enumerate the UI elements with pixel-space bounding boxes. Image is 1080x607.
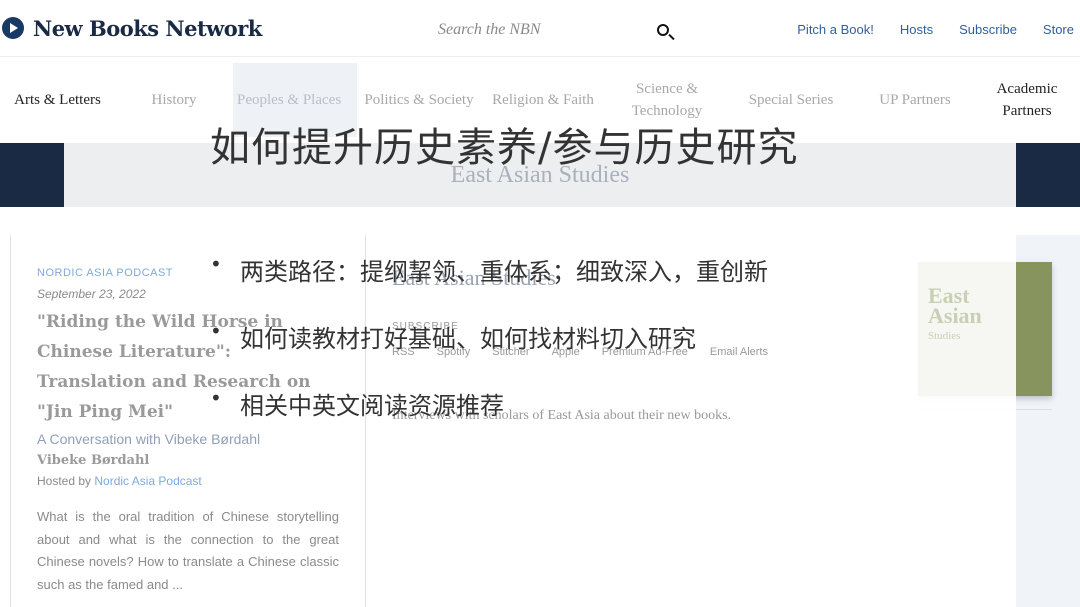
channel-description: Interviews with scholars of East Asia ab… <box>392 408 732 423</box>
nav-politics[interactable]: Politics & Society <box>357 89 481 111</box>
podcast-name[interactable]: NORDIC ASIA PODCAST <box>37 267 339 279</box>
episode-host: Hosted by Nordic Asia Podcast <box>37 474 339 488</box>
hosted-by-label: Hosted by <box>37 474 95 488</box>
nav-special[interactable]: Special Series <box>729 89 853 111</box>
nav-academic[interactable]: Academic Partners <box>977 78 1077 122</box>
episode-card[interactable]: NORDIC ASIA PODCAST September 23, 2022 "… <box>10 235 366 607</box>
rss-link[interactable]: RSS <box>392 346 415 358</box>
divider <box>918 409 1052 410</box>
subscribe-link[interactable]: Subscribe <box>959 22 1017 37</box>
episode-title[interactable]: "Riding the Wild Horse in Chinese Litera… <box>37 307 339 427</box>
channel-title: East Asian Studies <box>392 265 556 290</box>
category-nav: Arts & Letters History Peoples & Places … <box>0 57 1080 143</box>
nav-arts[interactable]: Arts & Letters <box>0 89 115 111</box>
cover-text: East Asian Studies <box>928 285 982 344</box>
subscribe-label: SUBSCRIBE <box>392 321 459 332</box>
site-header: New Books Network Search the NBN Pitch a… <box>0 0 1080 57</box>
premium-link[interactable]: Premium Ad-Free <box>602 346 688 358</box>
logo[interactable]: New Books Network <box>2 16 262 41</box>
host-link[interactable]: Nordic Asia Podcast <box>94 474 201 488</box>
episode-description: What is the oral tradition of Chinese st… <box>37 509 339 592</box>
spotify-link[interactable]: Spotify <box>437 346 471 358</box>
stitcher-link[interactable]: Stitcher <box>492 346 529 358</box>
logo-text: New Books Network <box>33 15 262 41</box>
hosts-link[interactable]: Hosts <box>900 22 933 37</box>
cover-line3: Studies <box>928 330 961 342</box>
nav-history[interactable]: History <box>115 89 233 111</box>
email-alerts-link[interactable]: Email Alerts <box>710 346 768 358</box>
episode-subtitle: A Conversation with Vibeke Børdahl <box>37 431 261 447</box>
channel-info: East Asian Studies SUBSCRIBE RSS Spotify… <box>392 265 768 424</box>
nav-up-partners[interactable]: UP Partners <box>853 89 977 111</box>
store-link[interactable]: Store <box>1043 22 1074 37</box>
cover-line2: Asian <box>928 303 982 328</box>
apple-link[interactable]: Apple <box>552 346 580 358</box>
episode-guest: Vibeke Børdahl <box>37 453 150 468</box>
banner-title: East Asian Studies <box>450 162 630 188</box>
nav-science[interactable]: Science & Technology <box>605 78 729 122</box>
episode-date: September 23, 2022 <box>37 287 146 301</box>
banner-title-wrap: East Asian Studies <box>0 143 1080 207</box>
search-input[interactable]: Search the NBN <box>438 21 541 39</box>
pitch-link[interactable]: Pitch a Book! <box>797 22 874 37</box>
nav-religion[interactable]: Religion & Faith <box>481 89 605 111</box>
search-icon[interactable] <box>657 24 669 36</box>
logo-icon <box>2 17 24 39</box>
nav-peoples[interactable]: Peoples & Places <box>233 63 357 137</box>
